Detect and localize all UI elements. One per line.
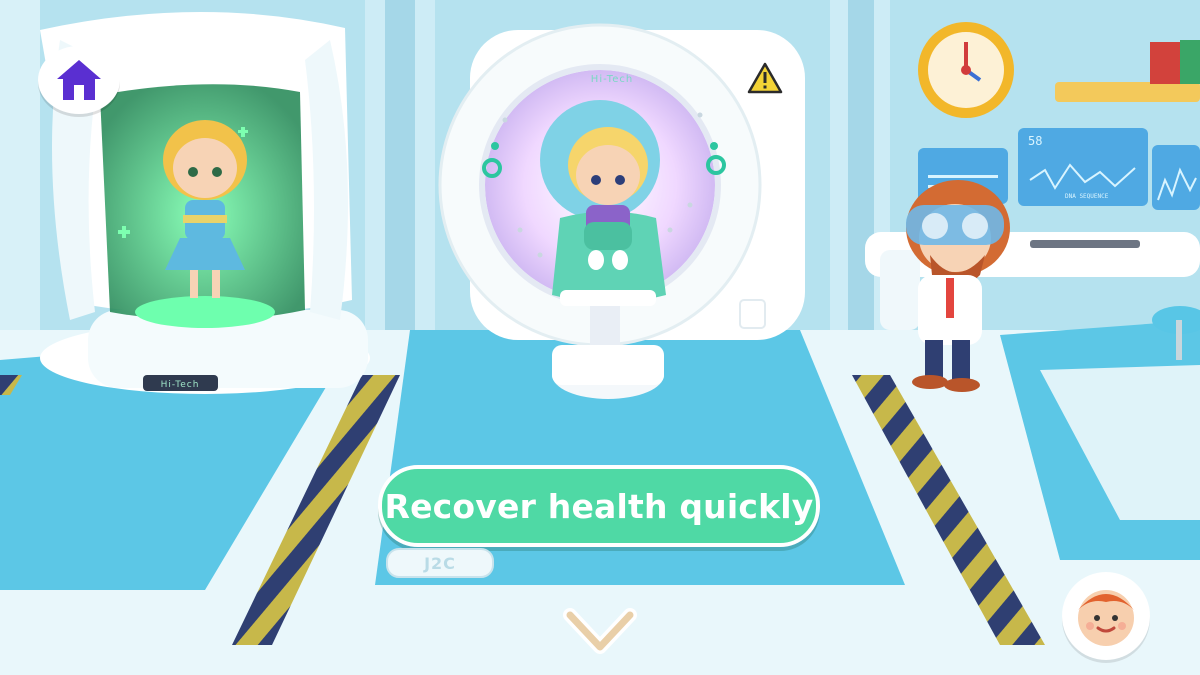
pod-brand-label: Hi-Tech xyxy=(161,380,200,390)
floor-tag: J2C xyxy=(386,548,494,578)
wall-clock xyxy=(918,22,1014,118)
floor-tag-text: J2C xyxy=(424,553,456,573)
caption-text: Recover health quickly xyxy=(384,486,814,526)
home-button[interactable] xyxy=(38,46,120,114)
caption-banner: Recover health quickly xyxy=(378,465,820,547)
player-avatar-button[interactable] xyxy=(1062,572,1150,660)
monitor-caption: DNA SEQUENCE xyxy=(1065,193,1109,200)
boy-face-icon xyxy=(1078,590,1134,646)
scanner-brand-label: Hi-Tech xyxy=(591,74,633,85)
next-button[interactable] xyxy=(560,603,640,659)
home-icon xyxy=(57,60,101,100)
hospital-room: Hi-Tech Hi-Tech 58 DNA SEQUENCE xyxy=(0,0,1200,675)
heart-rate: 58 xyxy=(1028,134,1042,148)
chevron-down-icon xyxy=(563,608,637,654)
game-scene: Hi-Tech Hi-Tech 58 DNA SEQUENCE xyxy=(0,0,1200,675)
